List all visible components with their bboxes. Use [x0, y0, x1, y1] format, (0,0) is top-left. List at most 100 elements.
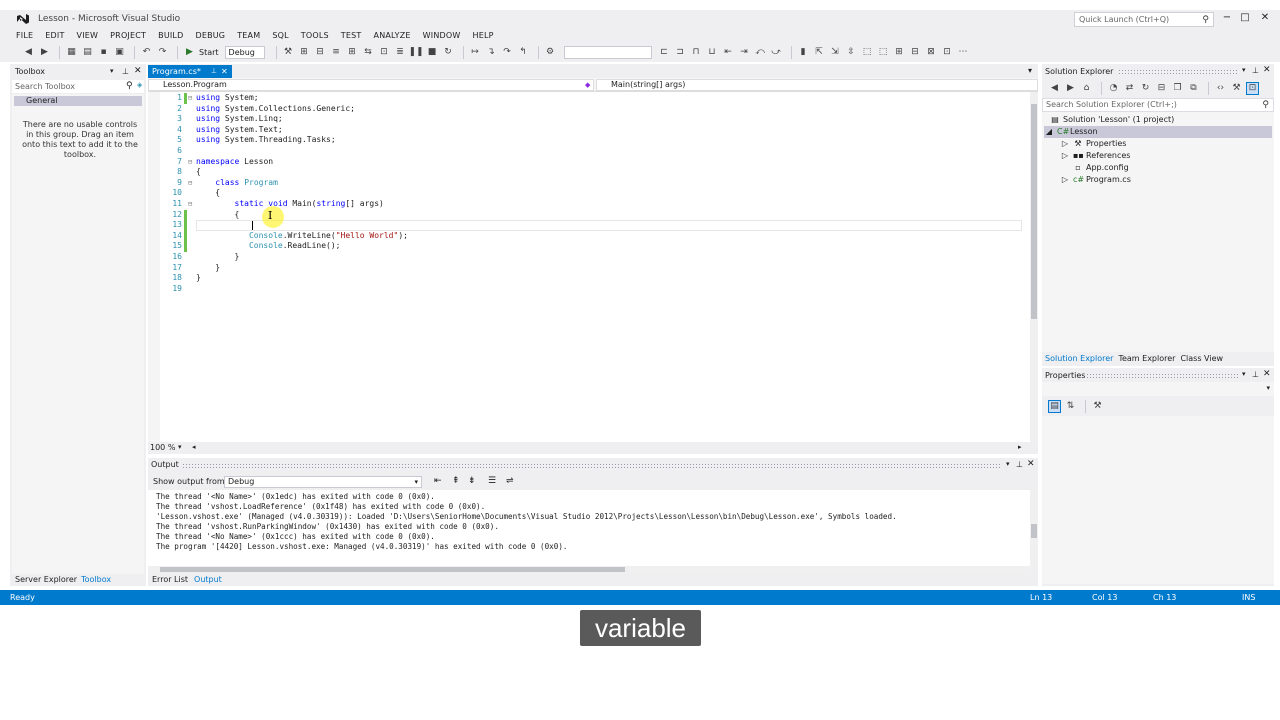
toolbox-group-general[interactable]: General [14, 96, 142, 106]
code-line[interactable]: 7 ⊟ namespace Lesson [148, 157, 1026, 168]
tree-item-solution[interactable]: ▤ Solution 'Lesson' (1 project) [1050, 114, 1174, 126]
code-line[interactable]: 8{ [148, 167, 1026, 178]
categorized-icon[interactable]: ▤ [1048, 399, 1061, 413]
collapse-region-icon[interactable]: ⊟ [188, 199, 196, 210]
output-text[interactable]: The thread '<No Name>' (0x1edc) has exit… [148, 490, 1030, 566]
close-icon[interactable]: ✕ [1027, 459, 1035, 469]
save-icon[interactable]: ▪ [97, 46, 110, 59]
output-horizontal-scrollbar[interactable] [148, 566, 1030, 574]
menu-file[interactable]: FILE [16, 31, 33, 40]
toolbar-icon[interactable]: ⇤ [722, 46, 735, 59]
close-icon[interactable]: ✕ [134, 66, 142, 76]
close-window-button[interactable]: ✕ [1258, 12, 1272, 24]
output-vertical-scrollbar[interactable] [1030, 490, 1038, 566]
tab-server-explorer[interactable]: Server Explorer [15, 575, 77, 584]
save-all-icon[interactable]: ▣ [113, 46, 126, 59]
solution-explorer-search-input[interactable]: Search Solution Explorer (Ctrl+;) ⚲ [1042, 98, 1274, 112]
find-message-icon[interactable]: ⇤ [434, 476, 442, 486]
dropdown-icon[interactable]: ▾ [1006, 460, 1010, 468]
redo-icon[interactable]: ↷ [156, 46, 169, 59]
toolbar-icon[interactable]: ▮ [797, 46, 810, 59]
copy-icon[interactable]: ❐ [1171, 82, 1184, 95]
chevron-down-icon[interactable]: ▾ [178, 443, 182, 451]
tree-item-properties[interactable]: ▷ ⚒ Properties [1060, 138, 1127, 150]
close-tab-icon[interactable]: ✕ [221, 65, 228, 78]
dropdown-icon[interactable]: ▾ [110, 67, 114, 75]
toolbar-icon[interactable]: ⊟ [909, 46, 922, 59]
back-icon[interactable]: ◀ [22, 46, 35, 59]
code-line[interactable]: 18} [148, 273, 1026, 284]
pin-icon[interactable]: ⊥ [211, 65, 217, 78]
step-out-icon[interactable]: ↰ [517, 46, 530, 59]
alphabetical-icon[interactable]: ⇅ [1064, 400, 1077, 413]
forward-icon[interactable]: ▶ [1064, 82, 1077, 95]
toolbar-icon[interactable]: ⇆ [362, 46, 375, 59]
toolbar-icon[interactable]: ⚙ [544, 46, 557, 59]
tab-error-list[interactable]: Error List [152, 575, 188, 584]
pending-changes-icon[interactable]: ◔ [1107, 82, 1120, 95]
scrollbar-thumb[interactable] [1031, 104, 1037, 319]
menu-tools[interactable]: TOOLS [301, 31, 329, 40]
properties-object-select[interactable]: ▾ [1042, 382, 1274, 396]
code-line[interactable]: 15 Console.ReadLine(); [148, 241, 1026, 252]
step-icon[interactable]: ↦ [469, 46, 482, 59]
find-icon[interactable]: ⚒ [282, 46, 295, 59]
member-dropdown[interactable]: Main(string[] args) ◆ [585, 79, 1038, 91]
toolbar-icon[interactable]: ⊡ [941, 46, 954, 59]
menu-team[interactable]: TEAM [237, 31, 260, 40]
toolbar-icon[interactable]: ⇱ [813, 46, 826, 59]
refresh-icon[interactable]: ↻ [1139, 82, 1152, 95]
menu-view[interactable]: VIEW [77, 31, 99, 40]
maximize-button[interactable]: □ [1238, 12, 1252, 24]
toolbar-icon[interactable]: ⊔ [706, 46, 719, 59]
bookmark-icon[interactable]: ⊞ [298, 46, 311, 59]
code-line[interactable]: 1 ⊟ using System; [148, 93, 1026, 104]
toolbar-icon[interactable]: ⇲ [829, 46, 842, 59]
property-pages-icon[interactable]: ⚒ [1091, 400, 1104, 413]
menu-test[interactable]: TEST [341, 31, 362, 40]
preview-icon[interactable]: ⊡ [1246, 81, 1259, 95]
code-line[interactable]: 5 using System.Threading.Tasks; [148, 135, 1026, 146]
menu-window[interactable]: WINDOW [423, 31, 461, 40]
pin-icon[interactable]: ⊥ [1252, 66, 1259, 75]
code-line[interactable]: 3 using System.Linq; [148, 114, 1026, 125]
toolbar-icon[interactable]: ⤻ [770, 46, 783, 59]
code-line[interactable]: 4 using System.Text; [148, 125, 1026, 136]
menu-debug[interactable]: DEBUG [195, 31, 225, 40]
toolbar-icon[interactable]: ⊐ [674, 46, 687, 59]
toolbar-icon[interactable]: ⋯ [957, 46, 970, 59]
dropdown-icon[interactable]: ▾ [1242, 370, 1246, 378]
output-source-select[interactable]: Debug ▾ [224, 476, 422, 488]
collapse-region-icon[interactable]: ⊟ [188, 93, 196, 104]
dropdown-icon[interactable]: ▾ [1242, 66, 1246, 74]
code-line[interactable]: 9 ⊟ class Program [148, 178, 1026, 189]
collapse-region-icon[interactable]: ⊟ [188, 157, 196, 168]
pin-icon[interactable]: ⊥ [1252, 370, 1259, 379]
collapse-region-icon[interactable]: ⊟ [188, 178, 196, 189]
panel-grip[interactable] [1118, 69, 1238, 74]
forward-icon[interactable]: ▶ [38, 46, 51, 59]
code-line[interactable]: 19 [148, 284, 1026, 295]
close-icon[interactable]: ✕ [1263, 65, 1271, 75]
toolbar-icon[interactable]: ⇳ [845, 46, 858, 59]
toolbar-icon[interactable]: ⬚ [861, 46, 874, 59]
panel-grip[interactable] [182, 463, 1000, 468]
restart-icon[interactable]: ↻ [442, 46, 455, 59]
clear-all-icon[interactable]: ☰ [488, 476, 496, 486]
code-line[interactable]: 2 using System.Collections.Generic; [148, 104, 1026, 115]
menu-help[interactable]: HELP [473, 31, 494, 40]
quick-launch-input[interactable]: Quick Launch (Ctrl+Q) ⚲ [1074, 12, 1214, 27]
back-icon[interactable]: ◀ [1048, 82, 1061, 95]
close-icon[interactable]: ✕ [1263, 369, 1271, 379]
menu-analyze[interactable]: ANALYZE [374, 31, 411, 40]
tab-team-explorer[interactable]: Team Explorer [1118, 354, 1175, 363]
code-line[interactable]: 16 } [148, 252, 1026, 263]
start-debug-icon[interactable]: ▶ [183, 46, 196, 59]
tree-item-references[interactable]: ▷ ▪▪ References [1060, 150, 1131, 162]
sync-icon[interactable]: ⇄ [1123, 82, 1136, 95]
tree-item-app-config[interactable]: ▫ App.config [1073, 162, 1128, 174]
zoom-level[interactable]: 100 % [150, 443, 175, 453]
toolbox-search-input[interactable]: Search Toolbox ⚲ [12, 80, 144, 93]
pin-icon[interactable]: ⊥ [122, 67, 129, 76]
toolbar-icon[interactable]: ⊡ [378, 46, 391, 59]
